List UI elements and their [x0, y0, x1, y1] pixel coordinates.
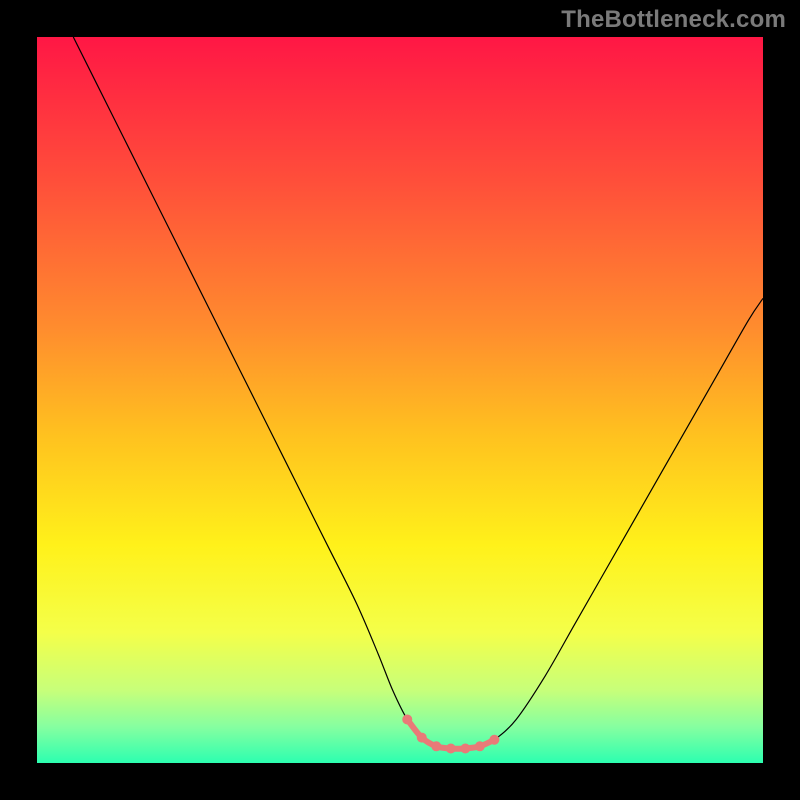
highlight-marker [475, 741, 485, 751]
bottleneck-curve [73, 37, 763, 749]
plot-area [37, 37, 763, 763]
highlight-marker [417, 733, 427, 743]
highlight-marker [489, 735, 499, 745]
highlight-marker [431, 741, 441, 751]
chart-frame: TheBottleneck.com [0, 0, 800, 800]
highlight-marker [446, 743, 456, 753]
curve-layer [37, 37, 763, 763]
highlight-marker [460, 743, 470, 753]
watermark-text: TheBottleneck.com [561, 6, 786, 34]
highlight-marker [402, 714, 412, 724]
